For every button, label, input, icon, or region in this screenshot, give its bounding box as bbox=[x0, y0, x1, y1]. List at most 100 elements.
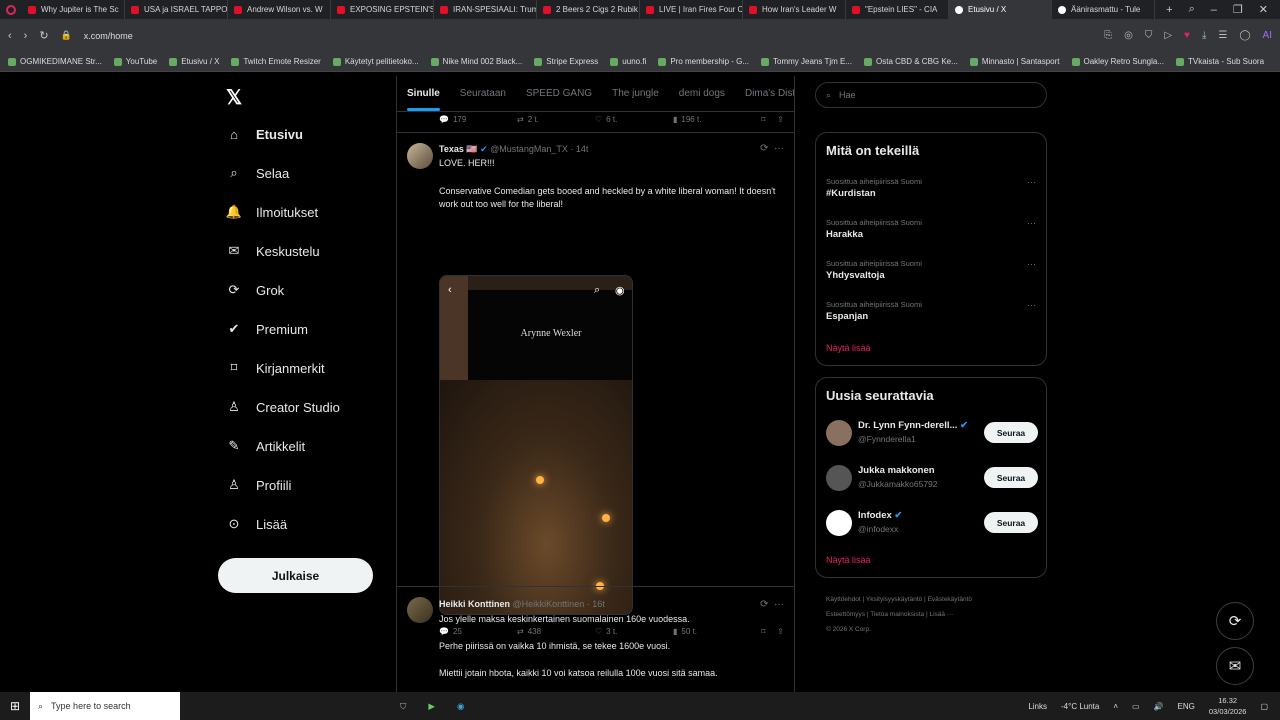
author-name[interactable]: Texas bbox=[439, 144, 464, 154]
reload-icon[interactable]: ↻ bbox=[39, 29, 48, 42]
bookmark-action-icon[interactable]: ⌑ bbox=[761, 115, 765, 124]
menu-icon[interactable]: ☰ bbox=[1218, 30, 1227, 41]
repost-action[interactable]: ⇄ 2 t. bbox=[517, 115, 595, 124]
bookmark-item[interactable]: Etusivu / X bbox=[169, 57, 219, 66]
timeline-tab[interactable]: Seurataan bbox=[460, 88, 506, 99]
post-more-icon[interactable]: ⟳ ··· bbox=[760, 599, 784, 610]
minimize-icon[interactable]: – bbox=[1211, 4, 1217, 16]
weather-widget[interactable]: -4°C Lunta bbox=[1061, 702, 1099, 711]
post-video[interactable]: Arynne Wexler ‹ ⌕ ◉ bbox=[439, 275, 633, 615]
trend-more-icon[interactable]: ··· bbox=[1027, 259, 1036, 269]
like-action[interactable]: ♡ 6 t. bbox=[595, 115, 673, 124]
ai-icon[interactable]: AI bbox=[1263, 30, 1272, 41]
timeline-tab[interactable]: Sinulle bbox=[407, 88, 440, 111]
download-icon[interactable]: ⤓ bbox=[1202, 30, 1206, 41]
video-search-icon[interactable]: ⌕ bbox=[594, 284, 600, 297]
opera-logo-icon[interactable] bbox=[0, 0, 22, 19]
maximize-icon[interactable]: ❐ bbox=[1233, 3, 1243, 16]
grok-fab-icon[interactable]: ⟳ bbox=[1216, 602, 1254, 640]
suggestion-name[interactable]: Jukka makkonen bbox=[858, 465, 935, 476]
forward-icon[interactable]: › bbox=[24, 30, 28, 42]
sidebar-item-selaa[interactable]: ⌕ Selaa bbox=[226, 165, 289, 181]
timeline-tab[interactable]: Dima's Dist bbox=[745, 88, 794, 99]
sidebar-item-grok[interactable]: ⟳ Grok bbox=[226, 282, 285, 298]
browser-tab[interactable]: IRAN-SPESIAALI: Trum bbox=[434, 0, 537, 19]
follow-suggestion[interactable]: Infodex ✔ @infodexx Seuraa bbox=[826, 508, 1038, 538]
bookmark-item[interactable]: Oakley Retro Sungla... bbox=[1071, 57, 1164, 66]
trend-item[interactable]: Suosittua aiheipiirissä Suomi Espanjan ··· bbox=[826, 300, 1036, 322]
author-handle[interactable]: @HeikkiKonttinen bbox=[513, 599, 585, 609]
links-toolbar[interactable]: Links bbox=[1028, 702, 1047, 711]
bookmark-item[interactable]: Minnasto | Santasport bbox=[969, 57, 1060, 66]
follow-button[interactable]: Seuraa bbox=[984, 512, 1038, 533]
avatar[interactable] bbox=[407, 143, 433, 169]
sidebar-item-ilmoitukset[interactable]: 🔔 Ilmoitukset bbox=[226, 204, 318, 220]
sidebar-item-premium[interactable]: ✔ Premium bbox=[226, 321, 308, 337]
author-handle[interactable]: @MustangMan_TX bbox=[490, 144, 568, 154]
post[interactable]: Texas 🇺🇸 ✔ @MustangMan_TX · 14t ⟳ ··· LO… bbox=[397, 132, 794, 636]
sidebar-item-etusivu[interactable]: ⌂ Etusivu bbox=[226, 126, 303, 142]
footer-link[interactable]: Esteettömyys bbox=[826, 611, 865, 618]
back-icon[interactable]: ‹ bbox=[8, 30, 12, 42]
video-profile-icon[interactable]: ◉ bbox=[615, 284, 625, 297]
bookmark-item[interactable]: OGMIKEDIMANE Str... bbox=[8, 57, 102, 66]
post[interactable]: Heikki Konttinen @HeikkiKonttinen · 16t … bbox=[397, 586, 794, 692]
browser-tab[interactable]: Andrew Wilson vs. W bbox=[228, 0, 331, 19]
notifications-icon[interactable]: ▢ bbox=[1260, 702, 1268, 711]
reply-action[interactable]: 💬 179 bbox=[439, 115, 517, 124]
bookmark-item[interactable]: Osta CBD & CBG Ke... bbox=[864, 57, 958, 66]
browser-tab[interactable]: 2 Beers 2 Cigs 2 Rubik bbox=[537, 0, 640, 19]
bookmark-item[interactable]: Stripe Express bbox=[534, 57, 598, 66]
browser-tab[interactable]: Why Jupiter is The Sc bbox=[22, 0, 125, 19]
footer-link[interactable]: Tietoa mainoksista bbox=[870, 611, 924, 618]
sidebar-item-kirjanmerkit[interactable]: ⌑ Kirjanmerkit bbox=[226, 360, 325, 376]
avatar[interactable] bbox=[826, 510, 852, 536]
sidebar-item-profiili[interactable]: ♙ Profiili bbox=[226, 477, 291, 493]
messages-fab-icon[interactable]: ✉ bbox=[1216, 647, 1254, 685]
post-time[interactable]: 16t bbox=[592, 599, 605, 609]
play-icon[interactable]: ▷ bbox=[1164, 30, 1172, 41]
network-icon[interactable]: ▭ bbox=[1132, 702, 1140, 711]
camera-icon[interactable]: ◎ bbox=[1124, 30, 1133, 41]
trend-more-icon[interactable]: ··· bbox=[1027, 177, 1036, 187]
bookmark-item[interactable]: Twitch Emote Resizer bbox=[231, 57, 321, 66]
browser-tab[interactable]: How Iran's Leader W bbox=[743, 0, 846, 19]
avatar[interactable] bbox=[826, 420, 852, 446]
footer-link[interactable]: Käyttöehdot bbox=[826, 596, 861, 603]
bookmark-item[interactable]: YouTube bbox=[113, 57, 157, 66]
sidebar-item-lisää[interactable]: ⊙ Lisää bbox=[226, 516, 288, 532]
follow-button[interactable]: Seuraa bbox=[984, 467, 1038, 488]
bookmark-item[interactable]: uuno.fi bbox=[610, 57, 646, 66]
bookmark-item[interactable]: Tommy Jeans Tjm E... bbox=[761, 57, 852, 66]
taskbar-search[interactable]: ⌕ Type here to search bbox=[30, 692, 180, 720]
profile-icon-browser[interactable]: ◯ bbox=[1239, 30, 1250, 41]
post-time[interactable]: 14t bbox=[576, 144, 589, 154]
show-more-link[interactable]: Näytä lisää bbox=[826, 343, 871, 353]
new-tab-icon[interactable]: + bbox=[1166, 4, 1172, 16]
taskbar-app-icon[interactable]: ⛉ bbox=[400, 701, 406, 712]
browser-tab[interactable]: Etusivu / X bbox=[949, 0, 1052, 19]
trend-more-icon[interactable]: ··· bbox=[1027, 300, 1036, 310]
trend-item[interactable]: Suosittua aiheipiirissä Suomi #Kurdistan ·… bbox=[826, 177, 1036, 199]
browser-tab[interactable]: Äänirasmattu - Tule bbox=[1052, 0, 1155, 19]
share-icon[interactable]: ⎘ bbox=[1104, 30, 1112, 41]
x-logo-icon[interactable]: 𝕏 bbox=[226, 85, 242, 110]
timeline-tab[interactable]: The jungle bbox=[612, 88, 659, 99]
url-field[interactable]: x.com/home bbox=[84, 31, 133, 41]
chevron-up-icon[interactable]: ˄ bbox=[1113, 702, 1118, 711]
search-input[interactable]: ⌕ Hae bbox=[815, 82, 1047, 108]
suggestion-name[interactable]: Infodex ✔ bbox=[858, 510, 902, 521]
footer-link[interactable]: Evästekäytäntö bbox=[928, 596, 972, 603]
browser-tab[interactable]: EXPOSING EPSTEIN'S bbox=[331, 0, 434, 19]
trend-more-icon[interactable]: ··· bbox=[1027, 218, 1036, 228]
follow-suggestion[interactable]: Jukka makkonen @Jukkamakko65792 Seuraa bbox=[826, 463, 1038, 493]
heart-icon[interactable]: ♥ bbox=[1184, 30, 1190, 41]
close-window-icon[interactable]: ✕ bbox=[1259, 3, 1268, 16]
browser-tab[interactable]: USA ja ISRAEL TAPPO bbox=[125, 0, 228, 19]
footer-link[interactable]: Yksityisyyskäytäntö bbox=[866, 596, 922, 603]
clock[interactable]: 16.32 03/03/2026 bbox=[1209, 695, 1247, 717]
post-button[interactable]: Julkaise bbox=[218, 558, 373, 593]
edge-icon[interactable]: ◉ bbox=[457, 701, 464, 712]
trend-item[interactable]: Suosittua aiheipiirissä Suomi Harakka ··· bbox=[826, 218, 1036, 240]
author-name[interactable]: Heikki Konttinen bbox=[439, 599, 510, 609]
